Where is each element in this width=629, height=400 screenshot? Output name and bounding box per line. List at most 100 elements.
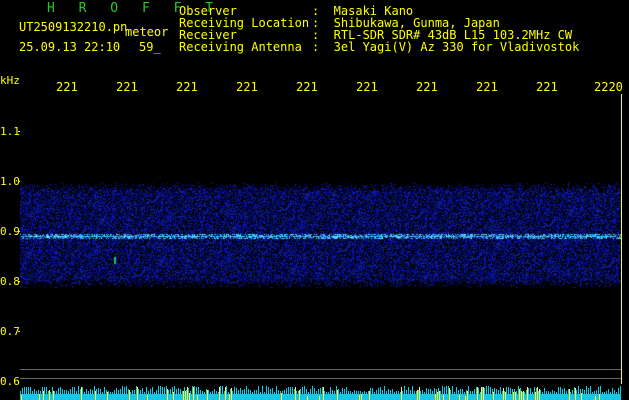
x-tick-label: 221 — [176, 80, 198, 94]
level-spike — [50, 392, 51, 394]
level-spike — [478, 388, 479, 394]
level-spike — [424, 392, 425, 394]
level-line — [20, 378, 621, 379]
level-spike — [224, 391, 225, 394]
level-spike-peak — [435, 394, 436, 400]
level-spike — [266, 386, 267, 394]
level-spike — [364, 391, 365, 394]
level-spike — [454, 392, 455, 394]
y-tick-label: 1.1 — [0, 125, 20, 138]
level-spike — [194, 386, 195, 394]
level-spike — [484, 388, 485, 394]
level-spike — [220, 386, 221, 394]
level-spike — [150, 389, 151, 394]
level-spike — [452, 386, 453, 394]
level-spike — [140, 390, 141, 394]
level-spike — [602, 392, 603, 394]
level-spike — [24, 387, 25, 394]
level-spike — [222, 386, 223, 394]
level-spike — [22, 388, 23, 394]
seconds-label: 59_ — [139, 40, 161, 54]
level-spike — [44, 387, 45, 394]
level-spike — [410, 390, 411, 394]
level-spike-peak — [307, 396, 308, 400]
hrofft-window: H R O F F T UT2509132210.pn meteor 25.09… — [0, 0, 629, 400]
level-spike — [328, 392, 329, 394]
level-spike — [592, 392, 593, 394]
level-spike — [74, 387, 75, 394]
level-spike-peak — [493, 392, 494, 400]
level-spike — [268, 387, 269, 394]
file-name: UT2509132210.pn — [19, 20, 128, 34]
level-spike — [82, 387, 83, 394]
level-spike — [572, 390, 573, 394]
level-spike — [324, 391, 325, 394]
level-spike — [508, 387, 509, 394]
level-spike — [124, 387, 125, 394]
level-spike — [408, 387, 409, 394]
level-spike — [186, 390, 187, 394]
level-spike — [368, 391, 369, 394]
x-tick-label: 221 — [356, 80, 378, 94]
level-spike — [142, 388, 143, 394]
level-spike-peak — [443, 395, 444, 400]
level-spike — [312, 386, 313, 394]
level-spike — [86, 389, 87, 394]
level-spike — [618, 388, 619, 394]
level-spike — [490, 387, 491, 394]
level-spike — [406, 390, 407, 394]
level-spike — [594, 391, 595, 394]
level-spike — [562, 389, 563, 394]
level-spike — [428, 389, 429, 394]
level-spike — [72, 387, 73, 394]
level-spike — [440, 391, 441, 394]
level-spike — [534, 387, 535, 394]
level-spike — [336, 386, 337, 394]
level-spike — [228, 392, 229, 394]
level-spike — [382, 390, 383, 394]
level-spike — [466, 390, 467, 394]
level-spike — [502, 391, 503, 394]
level-spike-peak — [43, 391, 44, 400]
level-spike — [148, 391, 149, 394]
level-spike — [104, 387, 105, 394]
level-spike — [114, 390, 115, 394]
level-spike — [476, 387, 477, 394]
level-spike — [310, 389, 311, 394]
level-spike — [556, 392, 557, 394]
level-spike — [506, 387, 507, 394]
level-spike — [116, 388, 117, 394]
level-spike — [274, 392, 275, 394]
level-spike — [262, 386, 263, 394]
level-spike — [612, 388, 613, 394]
level-spike — [578, 386, 579, 394]
level-spike — [300, 389, 301, 394]
level-spike — [352, 392, 353, 394]
level-spike — [128, 389, 129, 394]
level-spike — [516, 391, 517, 394]
level-spike-peak — [229, 394, 230, 400]
level-spike — [172, 387, 173, 394]
level-spike — [442, 386, 443, 394]
level-spike — [32, 391, 33, 394]
level-spike — [616, 392, 617, 394]
level-spike-peak — [595, 396, 596, 400]
level-spike-peak — [481, 387, 482, 400]
level-spike-peak — [477, 387, 478, 400]
level-spike-peak — [49, 390, 50, 400]
level-spike-peak — [231, 388, 232, 400]
level-spike — [470, 391, 471, 394]
level-spike-peak — [521, 391, 522, 400]
level-spike — [426, 388, 427, 394]
level-spike-peak — [323, 387, 324, 400]
level-spike — [26, 387, 27, 394]
level-spike — [404, 386, 405, 394]
level-spike — [322, 387, 323, 394]
level-spike — [188, 388, 189, 394]
level-spike — [524, 392, 525, 394]
level-spike — [362, 392, 363, 394]
level-spike-peak — [21, 395, 22, 400]
level-spike — [192, 386, 193, 394]
level-spike-peak — [465, 396, 466, 400]
level-spike — [590, 386, 591, 394]
